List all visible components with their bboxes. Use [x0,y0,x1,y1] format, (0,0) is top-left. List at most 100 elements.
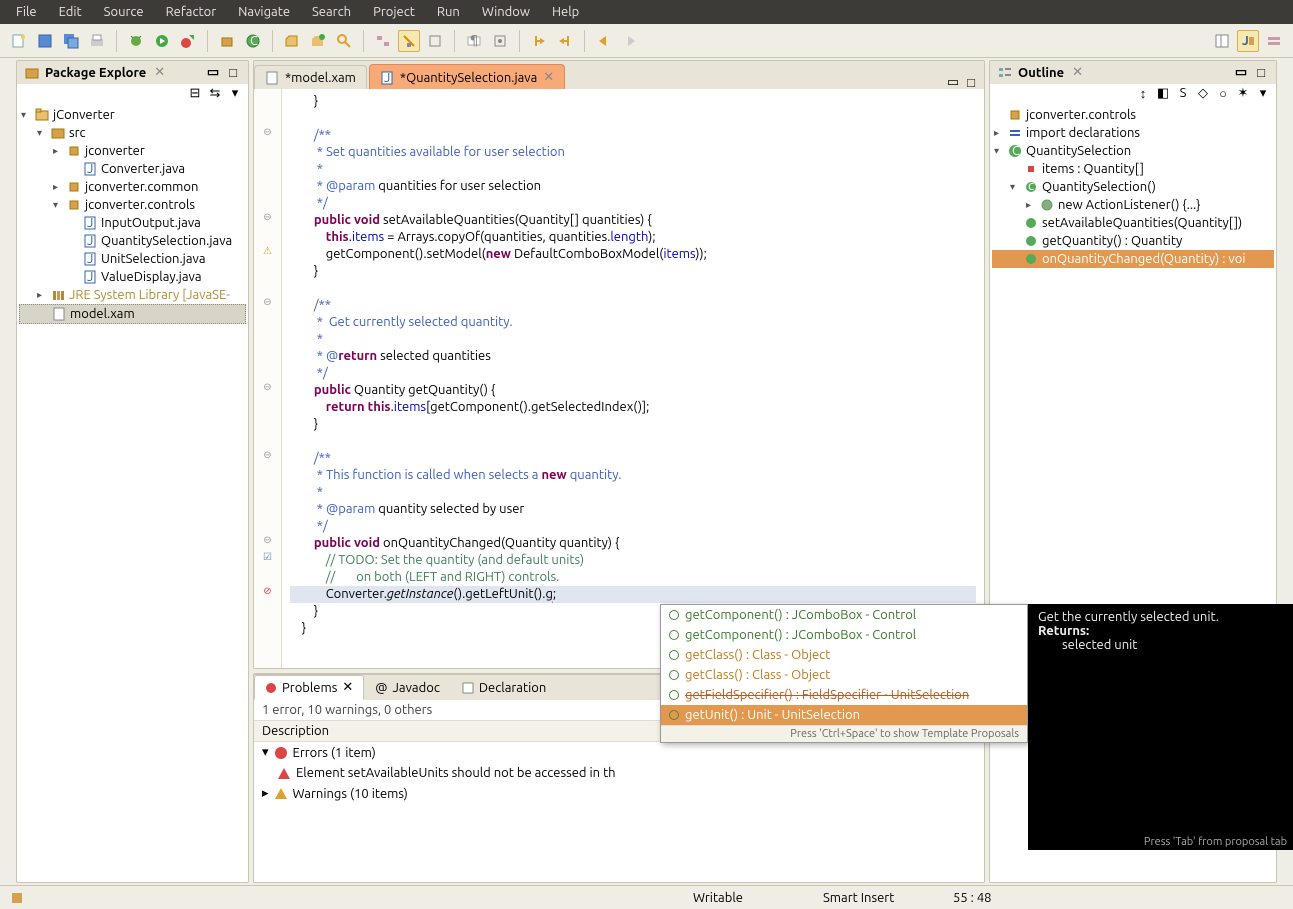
outline-item[interactable]: ▸import declarations [992,124,1274,142]
open-type-button[interactable] [281,30,303,52]
svg-text:J: J [1242,34,1249,48]
editor-tab-model[interactable]: *model.xam [254,65,367,89]
outline-menu-icon[interactable]: ▾ [1256,86,1270,100]
code-editor[interactable]: } /** * Set quantities available for use… [282,89,984,668]
tree-node[interactable]: JInputOutput.java [19,214,246,232]
tree-node[interactable]: ▾src [19,124,246,142]
problems-item: Element setAvailableUnits should not be … [296,766,616,780]
assist-item[interactable]: getFieldSpecifier() : FieldSpecifier - U… [661,685,1027,705]
status-writable: Writable [693,891,783,905]
tab-declaration[interactable]: Declaration [451,676,557,700]
maximize-icon[interactable]: □ [226,66,240,80]
hide-local-icon[interactable]: ○ [1216,86,1230,100]
tree-node[interactable]: JUnitSelection.java [19,250,246,268]
print-button[interactable] [86,30,108,52]
java-perspective-button[interactable]: J [1237,30,1259,52]
menu-navigate[interactable]: Navigate [228,2,300,22]
save-button[interactable] [34,30,56,52]
menu-help[interactable]: Help [542,2,589,22]
tree-node[interactable]: ▸JRE System Library [JavaSE- [19,286,246,304]
tab-problems[interactable]: Problems ✕ [254,675,364,700]
outline-close-icon[interactable]: ✕ [1072,65,1083,80]
search-button[interactable] [333,30,355,52]
perspective-customize-button[interactable] [1211,30,1233,52]
outline-item[interactable]: items : Quantity[] [992,160,1274,178]
view-menu-icon[interactable]: ▾ [228,86,242,100]
status-icon[interactable] [10,891,24,905]
toggle-mark-occurrences-button[interactable] [398,30,420,52]
assist-item[interactable]: getUnit() : Unit - UnitSelection [661,705,1027,725]
open-task-button[interactable] [307,30,329,52]
debug-button[interactable] [125,30,147,52]
outline-item[interactable]: ▾CQuantitySelection [992,142,1274,160]
doc-hint: Press 'Tab' from proposal tab [1144,836,1287,848]
open-perspective-button[interactable] [1263,30,1285,52]
assist-item[interactable]: getClass() : Class - Object [661,645,1027,665]
doc-returns-value: selected unit [1038,638,1283,652]
menu-file[interactable]: File [6,2,47,22]
editor-maximize-icon[interactable]: □ [964,75,978,89]
package-explorer-close-icon[interactable]: ✕ [154,65,165,80]
tree-node[interactable]: ▸jconverter [19,142,246,160]
tree-node[interactable]: ▾jConverter [19,106,246,124]
menu-refactor[interactable]: Refactor [156,2,227,22]
outline-item[interactable]: getQuantity() : Quantity [992,232,1274,250]
menu-project[interactable]: Project [363,2,425,22]
new-package-button[interactable] [216,30,238,52]
package-tree[interactable]: ▾jConverter▾src▸jconverterJConverter.jav… [17,102,248,882]
toggle-block-selection-button[interactable] [424,30,446,52]
menu-source[interactable]: Source [94,2,154,22]
content-assist-popup[interactable]: getComponent() : JComboBox - ControlgetC… [660,604,1028,743]
outline-item[interactable]: onQuantityChanged(Quantity) : voi [992,250,1274,268]
tab-close-icon[interactable]: ✕ [543,70,554,85]
hide-fields-icon[interactable]: ◧ [1156,86,1170,100]
link-editor-icon[interactable]: ⇆ [208,86,222,100]
focus-icon[interactable]: ✶ [1236,86,1250,100]
back-history-button[interactable] [593,30,615,52]
next-annotation-button[interactable] [554,30,576,52]
tree-node[interactable]: model.xam [19,304,246,324]
save-all-button[interactable] [60,30,82,52]
outline-maximize-icon[interactable]: □ [1254,66,1268,80]
editor-gutter[interactable]: ⊖ ⊖ ⚠ ⊖ ⊖ ⊖ ⊖ ☑ ⊘ [254,89,282,668]
editor-tab-quantityselection[interactable]: J *QuantitySelection.java ✕ [369,64,565,89]
collapse-all-icon[interactable]: ⊟ [188,86,202,100]
minimize-icon[interactable]: ▭ [206,66,220,80]
run-button[interactable] [151,30,173,52]
outline-minimize-icon[interactable]: ▭ [1234,66,1248,80]
editor-minimize-icon[interactable]: ▭ [946,75,960,89]
new-class-button[interactable]: C [242,30,264,52]
assist-item[interactable]: getComponent() : JComboBox - Control [661,605,1027,625]
menu-run[interactable]: Run [427,2,470,22]
tree-node[interactable]: ▸jconverter.common [19,178,246,196]
prev-annotation-button[interactable] [528,30,550,52]
show-whitespace-button[interactable]: ¶ [463,30,485,52]
problems-close-icon[interactable]: ✕ [342,680,353,695]
new-wizard-button[interactable] [8,30,30,52]
tab-label: *model.xam [285,71,356,85]
run-external-button[interactable] [177,30,199,52]
menu-search[interactable]: Search [302,2,361,22]
forward-history-button[interactable] [619,30,641,52]
outline-item[interactable]: setAvailableQuantities(Quantity[]) [992,214,1274,232]
hide-static-icon[interactable]: S [1176,86,1190,100]
tree-node[interactable]: JConverter.java [19,160,246,178]
tab-javadoc[interactable]: @ Javadoc [364,676,451,700]
svg-text:¶: ¶ [470,33,478,47]
svg-text:J: J [87,162,93,176]
outline-item[interactable]: ▾cQuantitySelection() [992,178,1274,196]
menu-window[interactable]: Window [472,2,540,22]
pin-editor-button[interactable] [489,30,511,52]
tree-node[interactable]: ▾jconverter.controls [19,196,246,214]
assist-item[interactable]: getClass() : Class - Object [661,665,1027,685]
menu-edit[interactable]: Edit [49,2,92,22]
assist-item[interactable]: getComponent() : JComboBox - Control [661,625,1027,645]
hide-nonpublic-icon[interactable]: ◇ [1196,86,1210,100]
sort-icon[interactable]: ↕ [1136,86,1150,100]
outline-item[interactable]: jconverter.controls [992,106,1274,124]
outline-item[interactable]: ▸new ActionListener() {...} [992,196,1274,214]
toggle-breadcrumb-button[interactable] [372,30,394,52]
tree-node[interactable]: JQuantitySelection.java [19,232,246,250]
problems-table[interactable]: ▾Errors (1 item) Element setAvailableUni… [254,742,984,882]
tree-node[interactable]: JValueDisplay.java [19,268,246,286]
